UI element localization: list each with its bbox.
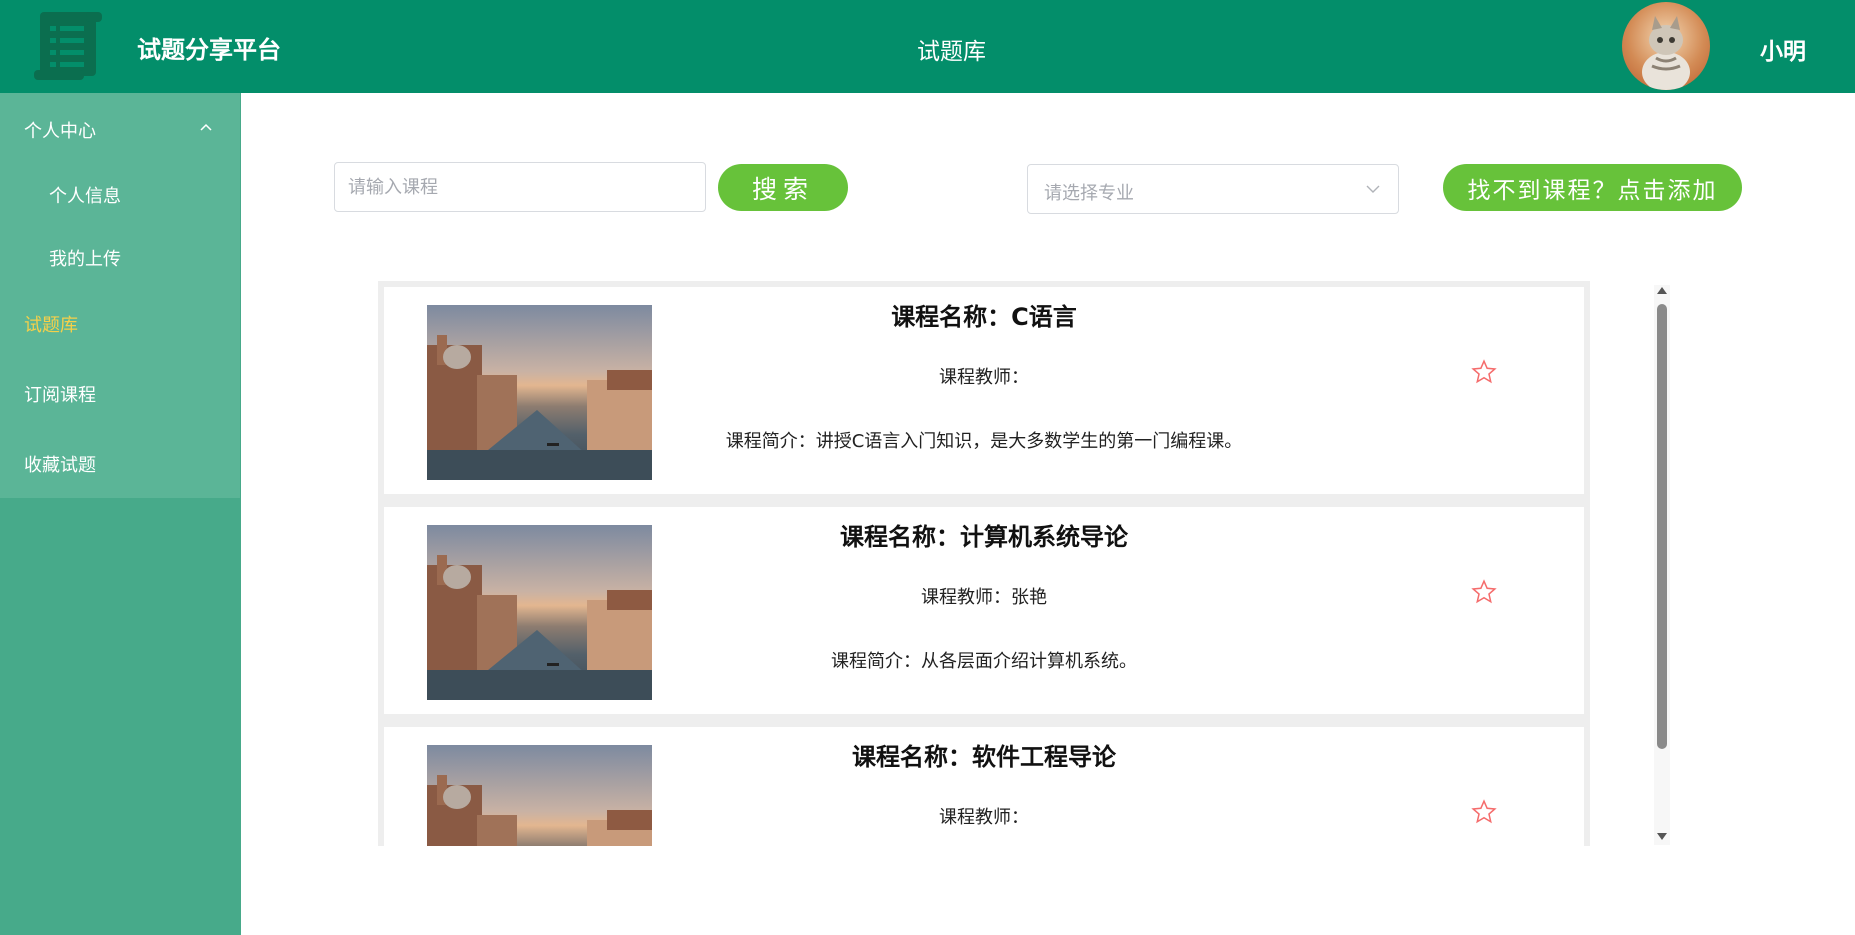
top-header: 试题分享平台 试题库 小明 — [0, 0, 1855, 93]
course-teacher: 课程教师： — [939, 807, 1029, 828]
page-title: 试题库 — [917, 39, 986, 65]
scroll-down-arrow-icon[interactable] — [1657, 833, 1667, 840]
course-teacher: 课程教师： — [939, 367, 1029, 388]
star-outline-icon[interactable] — [1471, 359, 1497, 385]
major-select[interactable]: 请选择专业 — [1027, 164, 1399, 214]
sidebar-group-personal-center[interactable]: 个人中心 — [24, 117, 96, 143]
star-outline-icon[interactable] — [1471, 579, 1497, 605]
sidebar-item-favorite-questions[interactable]: 收藏试题 — [24, 451, 96, 477]
course-intro: 课程简介：从各层面介绍计算机系统。 — [831, 651, 1137, 672]
major-select-placeholder: 请选择专业 — [1044, 183, 1134, 204]
avatar[interactable] — [1622, 2, 1710, 90]
course-intro: 课程简介：讲授C语言入门知识，是大多数学生的第一门编程课。 — [725, 431, 1243, 452]
course-card[interactable]: 课程名称：计算机系统导论 课程教师：张艳 课程简介：从各层面介绍计算机系统。 — [384, 507, 1584, 714]
sidebar-item-my-uploads[interactable]: 我的上传 — [49, 245, 121, 271]
chevron-down-icon — [1366, 185, 1380, 193]
course-teacher: 课程教师：张艳 — [921, 587, 1047, 608]
course-name: 课程名称：C语言 — [891, 303, 1077, 331]
sidebar-item-subscribed-courses[interactable]: 订阅课程 — [24, 381, 96, 407]
course-name: 课程名称：计算机系统导论 — [840, 523, 1128, 551]
brand-name: 试题分享平台 — [137, 36, 281, 64]
sidebar: 个人中心 个人信息 我的上传 试题库 订阅课程 收藏试题 — [0, 93, 241, 935]
username[interactable]: 小明 — [1760, 32, 1806, 66]
course-name: 课程名称：软件工程导论 — [852, 743, 1116, 771]
scroll-document-icon — [34, 12, 102, 80]
scrollbar-thumb[interactable] — [1657, 304, 1667, 749]
chevron-up-icon[interactable] — [200, 123, 212, 131]
sidebar-menu: 个人中心 个人信息 我的上传 试题库 订阅课程 收藏试题 — [0, 93, 240, 498]
course-search-input[interactable] — [334, 162, 706, 212]
search-button[interactable]: 搜索 — [718, 164, 848, 211]
course-card[interactable]: 课程名称：软件工程导论 课程教师： — [384, 727, 1584, 846]
sidebar-item-personal-info[interactable]: 个人信息 — [49, 182, 121, 208]
add-course-button[interactable]: 找不到课程？点击添加 — [1443, 164, 1742, 211]
sidebar-item-question-bank[interactable]: 试题库 — [24, 311, 78, 337]
scroll-up-arrow-icon[interactable] — [1657, 287, 1667, 294]
course-list: 课程名称：C语言 课程教师： 课程简介：讲授C语言入门知识，是大多数学生的第一门… — [378, 281, 1590, 846]
course-card[interactable]: 课程名称：C语言 课程教师： 课程简介：讲授C语言入门知识，是大多数学生的第一门… — [384, 287, 1584, 494]
star-outline-icon[interactable] — [1471, 799, 1497, 825]
cat-avatar-image — [1642, 16, 1690, 90]
